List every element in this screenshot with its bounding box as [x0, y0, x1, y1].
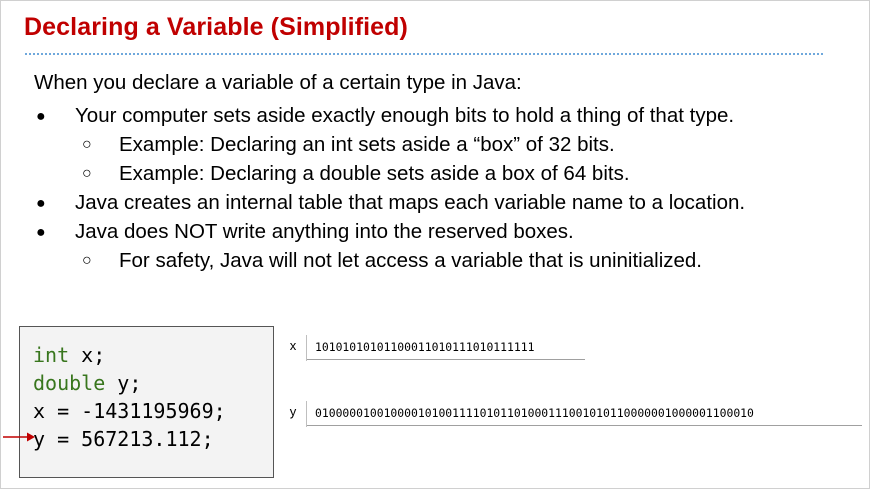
sub-bullet-item: ○ Example: Declaring a double sets aside… — [34, 162, 854, 191]
code-text: y; — [105, 371, 142, 395]
slide: Declaring a Variable (Simplified) When y… — [0, 0, 870, 489]
memory-label-x: x — [289, 338, 297, 353]
bullet-marker: ● — [36, 224, 46, 241]
code-keyword: double — [33, 371, 106, 395]
sub-bullet-text: Example: Declaring a double sets aside a… — [119, 162, 630, 185]
slide-title: Declaring a Variable (Simplified) — [24, 13, 408, 41]
sub-bullet-marker: ○ — [82, 252, 92, 269]
code-keyword: int — [33, 343, 70, 367]
code-line: int x; — [33, 343, 105, 367]
bullet-marker: ● — [36, 108, 46, 125]
sub-bullet-marker: ○ — [82, 136, 92, 153]
sub-bullet-text: For safety, Java will not let access a v… — [119, 249, 702, 272]
bullet-item: ● Java does NOT write anything into the … — [34, 220, 854, 249]
bullet-item: ● Your computer sets aside exactly enoug… — [34, 104, 854, 133]
code-box: int x; double y; x = -1431195969; y = 56… — [19, 326, 274, 478]
bullet-list: ● Your computer sets aside exactly enoug… — [34, 104, 854, 278]
intro-text: When you declare a variable of a certain… — [34, 71, 522, 94]
code-line: x = -1431195969; — [33, 399, 226, 423]
title-divider — [25, 53, 823, 55]
sub-bullet-marker: ○ — [82, 165, 92, 182]
bullet-item: ● Java creates an internal table that ma… — [34, 191, 854, 220]
current-line-arrow-icon — [3, 432, 35, 442]
code-text: x; — [69, 343, 106, 367]
memory-label-y: y — [289, 404, 297, 419]
sub-bullet-item: ○ Example: Declaring an int sets aside a… — [34, 133, 854, 162]
sub-bullet-item: ○ For safety, Java will not let access a… — [34, 249, 854, 278]
memory-bits-y: 0100000100100001010011110101101000111001… — [307, 401, 862, 426]
bullet-text: Java creates an internal table that maps… — [75, 191, 746, 214]
bullet-text: Java does NOT write anything into the re… — [75, 220, 574, 243]
code-line: y = 567213.112; — [33, 427, 214, 451]
code-line: double y; — [33, 371, 141, 395]
sub-bullet-text: Example: Declaring an int sets aside a “… — [119, 133, 615, 156]
memory-bits-x: 10101010101100011010111010111111 — [307, 335, 585, 360]
bullet-marker: ● — [36, 195, 46, 212]
bullet-text: Your computer sets aside exactly enough … — [75, 104, 735, 127]
